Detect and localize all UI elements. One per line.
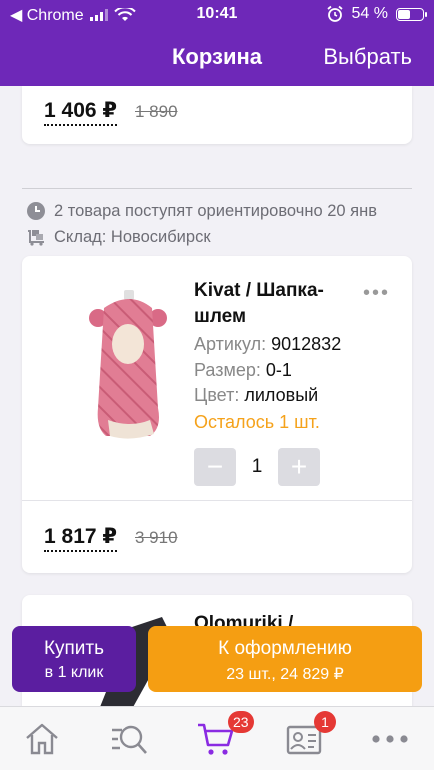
cart-item: Kivat / Шапка-шлем ••• Артикул: 9012832 …: [22, 256, 412, 573]
tab-home[interactable]: [22, 719, 62, 759]
tab-bar: 23 1: [0, 706, 434, 770]
tab-search[interactable]: [108, 719, 148, 759]
battery-percent: 54 %: [351, 5, 388, 22]
tab-more[interactable]: [370, 719, 410, 759]
item-price[interactable]: 1 817 ₽: [44, 524, 117, 552]
item-old-price: 1 890: [135, 102, 178, 121]
quick-buy-sublabel: в 1 клик: [44, 664, 104, 681]
article-label: Артикул:: [194, 334, 267, 354]
size-label: Размер:: [194, 360, 261, 380]
warehouse-cart-icon: [26, 227, 46, 247]
color-row: Цвет: лиловый: [194, 385, 318, 406]
cart-count-badge: 23: [228, 711, 254, 733]
quantity-value: 1: [251, 456, 263, 477]
size-value: 0-1: [265, 360, 292, 380]
quick-buy-button[interactable]: Купить в 1 клик: [12, 626, 136, 692]
checkout-summary: 23 шт., 24 829 ₽: [226, 666, 344, 683]
color-value: лиловый: [244, 385, 319, 405]
profile-notification-badge: 1: [314, 711, 336, 733]
card-divider: [22, 500, 412, 501]
product-title[interactable]: Kivat / Шапка-шлем: [194, 278, 344, 330]
home-icon: [26, 723, 58, 755]
checkout-button[interactable]: К оформлению 23 шт., 24 829 ₽: [148, 626, 422, 692]
status-bar: ◀ Chrome 10:41 54 %: [0, 0, 434, 30]
article-row: Артикул: 9012832: [194, 334, 341, 355]
app-header: ◀ Chrome 10:41 54 % Корзина Выбрать: [0, 0, 434, 86]
select-button[interactable]: Выбрать: [323, 44, 412, 70]
decrease-quantity-button[interactable]: −: [194, 448, 236, 486]
quick-buy-label: Купить: [43, 638, 105, 659]
warehouse-info: Склад: Новосибирск: [26, 227, 211, 247]
warehouse-text: Склад: Новосибирск: [54, 227, 211, 246]
article-value: 9012832: [271, 334, 342, 354]
item-old-price: 3 910: [135, 528, 178, 547]
battery-icon: [396, 7, 427, 21]
quantity-stepper: − 1 +: [194, 448, 320, 486]
tab-cart[interactable]: 23: [196, 711, 254, 759]
item-price[interactable]: 1 406 ₽: [44, 98, 117, 126]
tab-profile[interactable]: 1: [284, 711, 336, 759]
delivery-eta: 2 товара поступят ориентировочно 20 янв: [26, 201, 377, 221]
color-label: Цвет:: [194, 385, 240, 405]
increase-quantity-button[interactable]: +: [278, 448, 320, 486]
size-row: Размер: 0-1: [194, 360, 292, 381]
section-divider: [22, 188, 412, 189]
product-image[interactable]: [70, 288, 170, 448]
delivery-eta-text: 2 товара поступят ориентировочно 20 янв: [54, 201, 377, 220]
cart-item-previous: 1 406 ₽ 1 890: [22, 86, 412, 144]
stock-warning: Осталось 1 шт.: [194, 412, 320, 432]
more-icon: [372, 735, 408, 743]
search-icon: [112, 725, 147, 754]
more-options-icon[interactable]: •••: [363, 282, 390, 305]
clock-icon: [26, 201, 46, 221]
alarm-icon: [326, 5, 343, 22]
checkout-label: К оформлению: [218, 638, 352, 659]
